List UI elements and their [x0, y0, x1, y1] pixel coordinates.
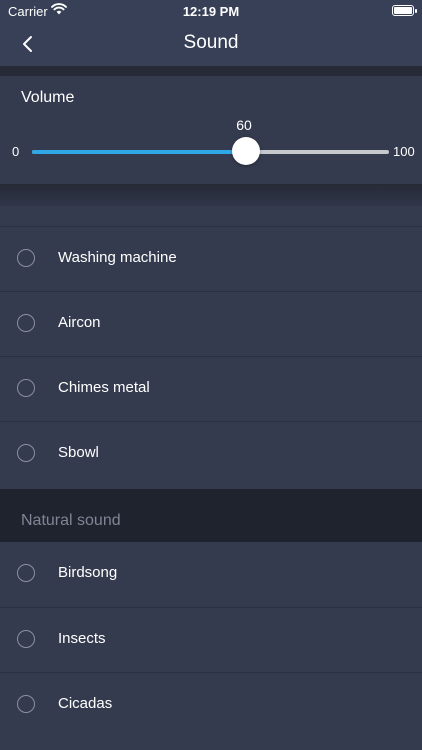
volume-slider-thumb[interactable] [232, 137, 261, 165]
list-item[interactable]: Sbowl [0, 421, 422, 486]
natural-sound-list: Birdsong Insects Cicadas [0, 542, 422, 737]
section-header-natural: Natural sound [0, 489, 422, 542]
list-item-label: Chimes metal [58, 379, 150, 396]
page-title: Sound [183, 32, 239, 53]
section-divider [0, 184, 422, 206]
section-header-title: Natural sound [21, 512, 121, 529]
list-item[interactable]: Birdsong [0, 542, 422, 607]
radio-button[interactable] [17, 695, 35, 713]
list-item-label: Birdsong [58, 564, 118, 581]
volume-value: 60 [236, 117, 252, 133]
status-time: 12:19 PM [182, 4, 240, 19]
radio-button[interactable] [17, 249, 35, 267]
list-item[interactable]: Insects [0, 607, 422, 672]
list-item-label: Insects [58, 630, 106, 647]
volume-max-label: 100 [393, 144, 415, 159]
volume-slider-track[interactable] [32, 150, 389, 154]
list-item[interactable]: Chimes metal [0, 356, 422, 421]
battery-icon [392, 5, 417, 16]
section-divider [0, 66, 422, 76]
radio-button[interactable] [17, 444, 35, 462]
list-item-label: Cicadas [58, 695, 113, 712]
radio-button[interactable] [17, 630, 35, 648]
list-item-label: Sbowl [58, 444, 99, 461]
volume-min-label: 0 [12, 144, 20, 159]
list-item[interactable]: Aircon [0, 291, 422, 356]
list-item-label: Washing machine [58, 249, 177, 266]
status-bar: Carrier 12:19 PM [0, 0, 422, 22]
volume-label: Volume [21, 89, 75, 106]
list-item[interactable]: Washing machine [0, 226, 422, 291]
nav-bar: Sound [0, 22, 422, 66]
list-item[interactable]: Cicadas [0, 672, 422, 737]
sound-list: Washing machine Aircon Chimes metal Sbow… [0, 226, 422, 486]
radio-button[interactable] [17, 564, 35, 582]
volume-slider-fill [32, 150, 247, 154]
volume-panel: Volume 60 0 100 [0, 76, 422, 184]
radio-button[interactable] [17, 379, 35, 397]
list-item-label: Aircon [58, 314, 101, 331]
radio-button[interactable] [17, 314, 35, 332]
